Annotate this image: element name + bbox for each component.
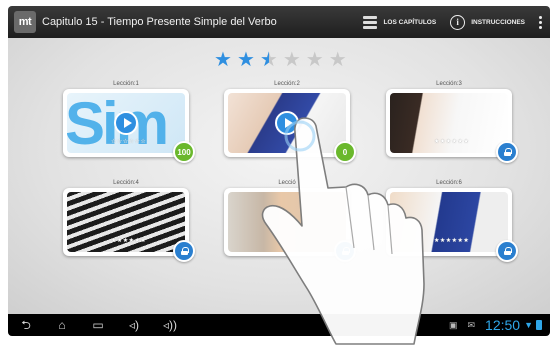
mail-notification-icon[interactable]: ✉ [467,320,475,331]
lock-icon [180,247,189,255]
chapter-rating: ★ ★ ★ ★ ★ ★ [214,50,347,70]
recent-apps-icon[interactable]: ▭ [80,314,116,336]
locked-badge [496,141,518,163]
rating-star: ★ [328,49,347,71]
score-badge: 100 [173,141,195,163]
rating-star: ★ [214,49,232,71]
lesson-stars: ★★★★★★ [434,139,470,145]
lock-icon [503,247,512,255]
lock-icon [503,148,512,156]
battery-icon [536,320,542,330]
lesson-tile-4[interactable]: Lección:4 ★★★★★★ [63,179,195,262]
action-bar: mt Capitulo 15 - Tiempo Presente Simple … [8,6,550,38]
lesson-stars: ★★★★★★ [111,238,147,244]
lesson-stars: ★★★★★★ [434,238,470,244]
app-logo: mt [14,11,36,33]
list-icon [363,15,378,29]
rating-star: ★ [259,49,278,71]
volume-up-icon[interactable]: ◃)) [152,314,188,336]
lesson-thumbnail: Sim ☆☆☆☆☆☆ [67,93,185,153]
chapters-label: LOS CAPÍTULOS [383,18,437,26]
overflow-menu-icon[interactable] [539,15,542,29]
lesson-card[interactable]: ★★★★★★ [63,188,195,262]
rating-star: ★ [305,49,324,71]
lesson-label: Lección:3 [436,81,462,87]
chapters-button[interactable]: LOS CAPÍTULOS [363,15,437,29]
info-icon: i [450,14,466,30]
lesson-thumbnail: ★★★★★★ [67,192,185,252]
clock[interactable]: 12:50 [485,317,520,333]
pointing-hand-icon [261,117,425,345]
instructions-button[interactable]: i INSTRUCCIONES [450,14,525,30]
lesson-label: Lección:2 [274,81,300,87]
back-arrow-icon[interactable]: ⮌ [8,314,44,336]
lesson-tile-1[interactable]: Lección:1 Sim ☆☆☆☆☆☆ 100 [63,80,195,163]
lesson-label: Lección:4 [113,180,139,186]
home-icon[interactable]: ⌂ [44,314,80,336]
app-title: Capitulo 15 - Tiempo Presente Simple del… [42,16,277,28]
lesson-card[interactable]: Sim ☆☆☆☆☆☆ 100 [63,89,195,163]
wifi-icon: ▼ [524,320,533,330]
volume-down-icon[interactable]: ◃) [116,314,152,336]
play-icon[interactable] [114,111,138,135]
lesson-stars: ☆☆☆☆☆☆ [111,139,147,145]
rating-star: ★ [282,49,301,71]
instructions-label: INSTRUCCIONES [471,18,525,26]
rating-star: ★ [236,49,255,71]
locked-badge [496,240,518,262]
locked-badge [173,240,195,262]
lesson-label: Lección:1 [113,81,139,87]
gallery-notification-icon[interactable]: ▣ [449,320,458,331]
